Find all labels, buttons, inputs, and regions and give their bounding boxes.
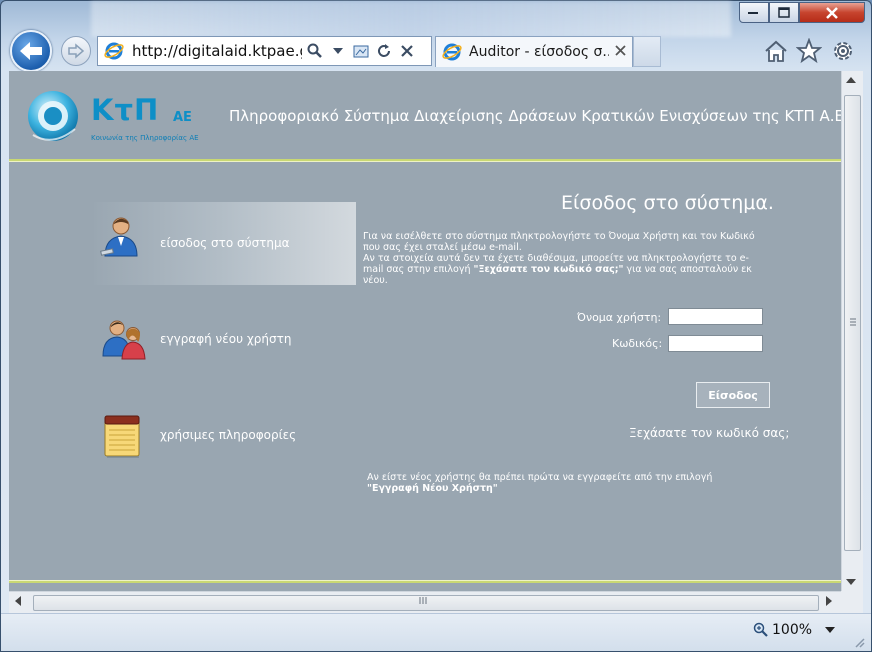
page-content: ΚτΠ ΑΕ Κοινωνία της Πληροφορίας ΑΕ Πληρο… (9, 71, 841, 591)
scroll-up-icon[interactable] (846, 76, 856, 86)
maximize-icon (778, 7, 790, 18)
notepad-icon (104, 415, 140, 458)
users-icon (102, 320, 146, 360)
menu-item-info[interactable]: χρήσιμες πληροφορίες (94, 394, 356, 477)
tab-title: Auditor - είσοδος σ... (469, 44, 609, 60)
scroll-right-icon[interactable] (826, 596, 832, 609)
minimize-button[interactable] (739, 2, 769, 23)
intro-forgot-ref: "Ξεχάσατε τον κωδικό σας;" (473, 264, 624, 275)
vertical-scroll-thumb[interactable] (844, 95, 861, 551)
ie-logo-icon (104, 42, 124, 60)
logo-suffix: ΑΕ (173, 110, 192, 125)
menu-item-login[interactable]: είσοδος στο σύστημα (94, 202, 356, 285)
login-instructions: Για να εισέλθετε στο σύστημα πληκτρολογή… (363, 231, 768, 286)
tab-auditor[interactable]: Auditor - είσοδος σ... (435, 36, 633, 67)
scroll-down-icon[interactable] (846, 578, 856, 588)
menu-item-label[interactable]: εγγραφή νέου χρήστη (160, 332, 291, 346)
ktp-logo-icon (28, 91, 78, 141)
address-text[interactable]: http://digitalaid.ktpae.gr/ (132, 42, 302, 60)
forward-arrow-icon (68, 43, 85, 59)
close-icon (826, 6, 838, 19)
ie-logo-icon (442, 43, 462, 61)
menu-item-register[interactable]: εγγραφή νέου χρήστη (94, 298, 356, 381)
vertical-scrollbar[interactable] (841, 71, 863, 591)
maximize-button[interactable] (769, 2, 799, 23)
logo-subtitle: Κοινωνία της Πληροφορίας ΑΕ (91, 134, 199, 142)
new-tab-button[interactable] (633, 36, 661, 67)
menu-item-label[interactable]: είσοδος στο σύστημα (160, 236, 290, 250)
register-note-ref: "Εγγραφή Νέου Χρήστη" (367, 483, 498, 494)
horizontal-scrollbar[interactable] (9, 591, 841, 613)
menu-item-label[interactable]: χρήσιμες πληροφορίες (160, 428, 296, 442)
back-button[interactable] (10, 30, 52, 72)
status-bar: 100% (1, 613, 871, 651)
tools-gear-icon[interactable] (829, 37, 857, 65)
compat-view-icon[interactable] (351, 40, 371, 62)
site-header: ΚτΠ ΑΕ Κοινωνία της Πληροφορίας ΑΕ Πληρο… (9, 71, 841, 159)
favorites-star-icon[interactable] (795, 37, 823, 65)
zoom-dropdown-icon[interactable] (825, 623, 835, 636)
password-input[interactable] (668, 335, 763, 352)
background-blur (91, 1, 731, 37)
login-heading: Είσοδος στο σύστημα. (561, 192, 774, 214)
username-input[interactable] (668, 308, 763, 325)
scrollbar-corner (841, 591, 863, 613)
logo-text: ΚτΠ (91, 93, 160, 127)
site-title: Πληροφοριακό Σύστημα Διαχείρισης Δράσεων… (229, 107, 841, 125)
dropdown-icon[interactable] (328, 40, 348, 62)
grip-icon (419, 597, 427, 607)
header-divider (9, 159, 841, 162)
minimize-icon (748, 11, 758, 14)
scroll-left-icon[interactable] (15, 596, 21, 609)
grip-icon (850, 318, 856, 329)
user-icon (100, 217, 138, 257)
resize-grip-icon[interactable] (853, 636, 865, 651)
refresh-icon[interactable] (374, 40, 394, 62)
username-label: Όνομα χρήστη: (577, 311, 662, 324)
footer-divider (9, 580, 841, 583)
intro-text: Για να εισέλθετε στο σύστημα πληκτρολογή… (363, 231, 755, 253)
forward-button[interactable] (61, 36, 91, 66)
close-tab-icon[interactable] (615, 44, 626, 60)
back-arrow-icon (20, 42, 42, 60)
zoom-level[interactable]: 100% (772, 622, 812, 638)
register-note-text: Αν είστε νέος χρήστης θα πρέπει πρώτα να… (367, 472, 713, 483)
password-label: Κωδικός: (612, 337, 663, 350)
register-note: Αν είστε νέος χρήστης θα πρέπει πρώτα να… (367, 472, 787, 494)
login-button[interactable]: Είσοδος (696, 382, 770, 408)
zoom-icon[interactable] (753, 622, 768, 641)
forgot-password-link[interactable]: Ξεχάσατε τον κωδικό σας; (629, 426, 789, 440)
home-icon[interactable] (762, 37, 790, 65)
stop-icon[interactable] (397, 40, 417, 62)
search-icon[interactable] (305, 40, 325, 62)
close-window-button[interactable] (799, 2, 865, 23)
horizontal-scroll-thumb[interactable] (33, 595, 819, 611)
address-bar[interactable]: http://digitalaid.ktpae.gr/ (97, 36, 432, 66)
